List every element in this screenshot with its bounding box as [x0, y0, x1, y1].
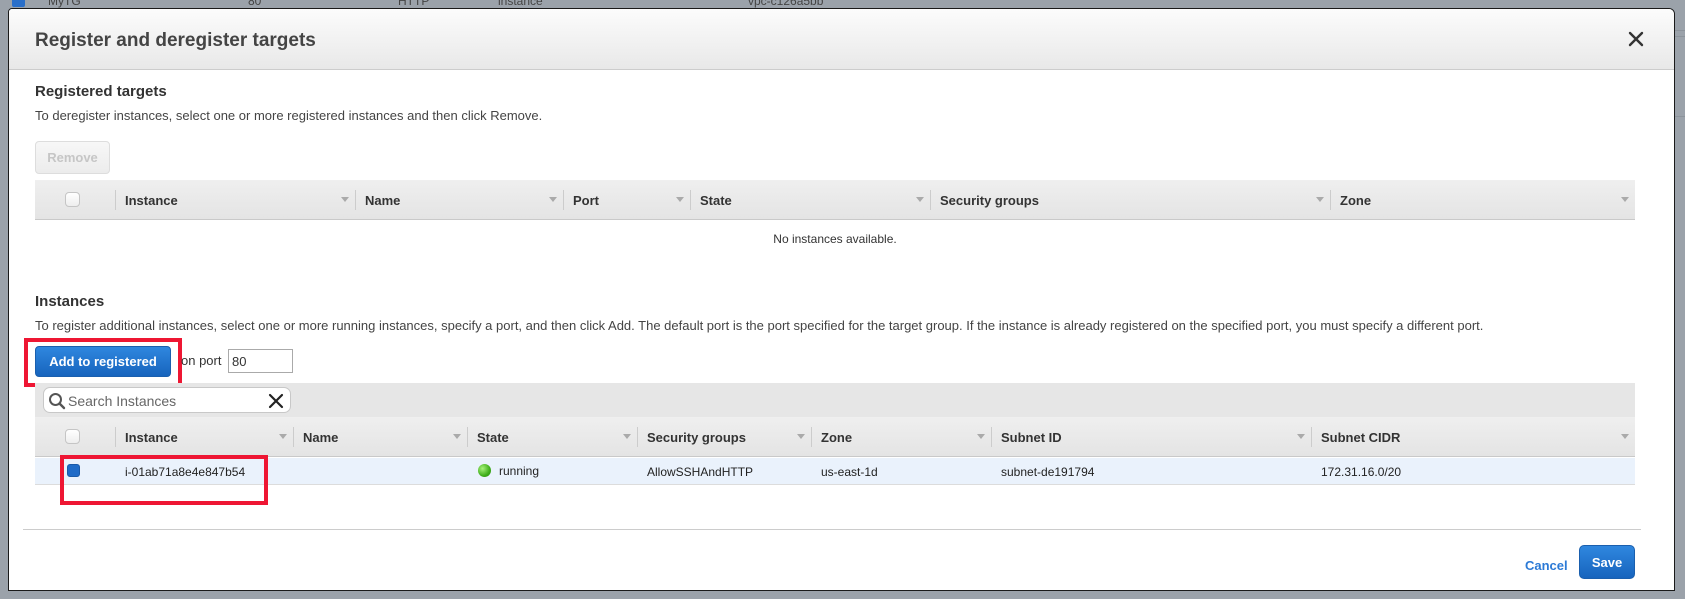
- registered-targets-description: To deregister instances, select one or m…: [35, 108, 543, 123]
- background-page-edge: [1675, 8, 1685, 599]
- column-header-state[interactable]: State: [690, 180, 930, 220]
- sort-icon: [797, 434, 805, 439]
- subnet-id-cell: subnet-de191794: [1001, 465, 1095, 479]
- highlight-box-add-button: [24, 338, 182, 387]
- background-row-vpc: vpc-c126a5bb: [748, 0, 824, 8]
- column-header-security-groups[interactable]: Security groups: [637, 417, 811, 457]
- empty-registered-message: No instances available.: [773, 232, 897, 246]
- instances-search-bar: [35, 383, 1635, 417]
- instances-table: Instance Name State Security groups Zone…: [35, 417, 1635, 487]
- column-header-security-groups[interactable]: Security groups: [930, 180, 1330, 220]
- subnet-cidr-cell: 172.31.16.0/20: [1321, 465, 1402, 479]
- sort-icon: [1621, 434, 1629, 439]
- search-box[interactable]: [43, 387, 291, 413]
- column-header-instance[interactable]: Instance: [115, 417, 293, 457]
- clear-search-icon[interactable]: [268, 393, 284, 409]
- instances-description: To register additional instances, select…: [35, 318, 1484, 333]
- save-button[interactable]: Save: [1579, 545, 1635, 579]
- sort-icon: [1316, 197, 1324, 202]
- zone-cell: us-east-1d: [821, 465, 878, 479]
- search-instances-input[interactable]: [68, 391, 258, 410]
- security-groups-cell: AllowSSHAndHTTP: [647, 465, 754, 479]
- port-label: on port: [181, 353, 222, 368]
- select-all-instances-checkbox[interactable]: [65, 429, 80, 444]
- port-input[interactable]: [228, 349, 293, 373]
- column-header-name[interactable]: Name: [355, 180, 563, 220]
- sort-icon: [279, 434, 287, 439]
- sort-icon: [549, 197, 557, 202]
- column-header-instance[interactable]: Instance: [115, 180, 355, 220]
- sort-icon: [1297, 434, 1305, 439]
- footer-divider: [23, 529, 1641, 530]
- sort-icon: [977, 434, 985, 439]
- modal-body: Registered targets To deregister instanc…: [9, 71, 1674, 590]
- sort-icon: [1621, 197, 1629, 202]
- sort-icon: [341, 197, 349, 202]
- running-status-icon: [478, 464, 491, 477]
- background-row-target-type: instance: [498, 0, 543, 8]
- sort-icon: [623, 434, 631, 439]
- table-row[interactable]: i-01ab71a8e4e847b54 running AllowSSHAndH…: [35, 458, 1635, 485]
- column-header-state[interactable]: State: [467, 417, 637, 457]
- background-row-protocol: HTTP: [398, 0, 430, 8]
- close-icon: [1628, 31, 1644, 47]
- registered-targets-title: Registered targets: [35, 83, 167, 100]
- column-header-subnet-cidr[interactable]: Subnet CIDR: [1311, 417, 1635, 457]
- background-row-checkbox: [12, 0, 25, 7]
- search-icon: [49, 393, 66, 410]
- instances-title: Instances: [35, 293, 105, 310]
- register-targets-modal: Register and deregister targets Register…: [8, 8, 1675, 591]
- column-header-port[interactable]: Port: [563, 180, 690, 220]
- sort-icon: [453, 434, 461, 439]
- close-button[interactable]: [1626, 29, 1646, 49]
- remove-button[interactable]: Remove: [35, 141, 110, 174]
- background-row-name: MyTG: [48, 0, 81, 8]
- modal-title: Register and deregister targets: [35, 30, 316, 51]
- column-header-zone[interactable]: Zone: [1330, 180, 1635, 220]
- column-header-subnet-id[interactable]: Subnet ID: [991, 417, 1311, 457]
- sort-icon: [916, 197, 924, 202]
- instances-table-header: Instance Name State Security groups Zone…: [35, 417, 1635, 457]
- modal-header: Register and deregister targets: [9, 9, 1674, 70]
- background-table-row: MyTG 80 HTTP instance vpc-c126a5bb: [0, 0, 1685, 8]
- registered-targets-table: Instance Name Port State Security groups…: [35, 180, 1635, 252]
- background-row-port: 80: [248, 0, 262, 8]
- registered-table-header: Instance Name Port State Security groups…: [35, 180, 1635, 220]
- select-all-registered-checkbox[interactable]: [65, 192, 80, 207]
- column-header-zone[interactable]: Zone: [811, 417, 991, 457]
- column-header-name[interactable]: Name: [293, 417, 467, 457]
- highlight-box-instance-row: [60, 455, 268, 505]
- sort-icon: [676, 197, 684, 202]
- cancel-button[interactable]: Cancel: [1525, 558, 1568, 573]
- instance-state-cell: running: [478, 464, 539, 478]
